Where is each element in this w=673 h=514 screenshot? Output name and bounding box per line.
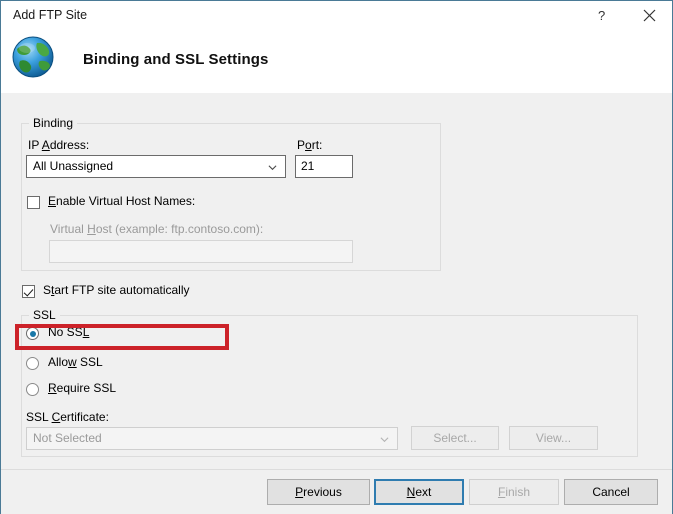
virtual-host-label: Virtual Host (example: ftp.contoso.com):	[50, 222, 264, 236]
dialog-body: Binding IP Address: All Unassigned Port:…	[1, 93, 672, 469]
ssl-group-legend: SSL	[29, 308, 60, 322]
radio-circle	[26, 383, 39, 396]
finish-button[interactable]: Finish	[469, 479, 559, 505]
title-bar: Add FTP Site ?	[1, 1, 672, 31]
add-ftp-site-dialog: Add FTP Site ? Binding and SSL Settings …	[0, 0, 673, 514]
enable-virtual-host-names-label: Enable Virtual Host Names:	[48, 194, 196, 208]
next-button-label: Next	[406, 485, 432, 499]
svg-text:?: ?	[598, 8, 605, 23]
port-input[interactable]: 21	[295, 155, 353, 178]
view-certificate-button[interactable]: View...	[509, 426, 598, 450]
virtual-host-input[interactable]	[49, 240, 353, 263]
view-button-label: View...	[535, 431, 572, 445]
start-ftp-site-automatically-label: Start FTP site automatically	[43, 283, 190, 297]
previous-button[interactable]: Previous	[267, 479, 370, 505]
page-title: Binding and SSL Settings	[83, 51, 269, 68]
select-certificate-button[interactable]: Select...	[411, 426, 499, 450]
cancel-button-label: Cancel	[592, 485, 630, 499]
ip-address-label: IP Address:	[28, 138, 90, 152]
question-mark-icon: ?	[598, 8, 605, 23]
port-value: 21	[301, 159, 315, 173]
cancel-button[interactable]: Cancel	[564, 479, 658, 505]
ip-address-value: All Unassigned	[33, 159, 114, 173]
radio-circle	[26, 327, 39, 340]
ip-address-dropdown[interactable]: All Unassigned	[26, 155, 286, 178]
help-icon[interactable]: ?	[586, 1, 620, 30]
footer-divider	[1, 469, 672, 470]
binding-group-legend: Binding	[29, 116, 78, 130]
window-title: Add FTP Site	[13, 8, 88, 22]
chevron-down-icon	[380, 437, 389, 443]
select-button-label: Select...	[433, 431, 477, 445]
close-x-icon	[643, 9, 655, 22]
port-label: Port:	[297, 138, 323, 152]
next-button[interactable]: Next	[374, 479, 464, 505]
no-ssl-label: No SSL	[48, 325, 90, 339]
checkbox-box	[22, 285, 35, 298]
globe-icon	[10, 33, 56, 79]
previous-button-label: Previous	[295, 485, 342, 499]
checkbox-box	[27, 196, 40, 209]
require-ssl-label: Require SSL	[48, 381, 117, 395]
ssl-certificate-value: Not Selected	[33, 431, 102, 445]
finish-button-label: Finish	[497, 485, 531, 499]
close-icon[interactable]	[632, 1, 666, 30]
ssl-certificate-dropdown[interactable]: Not Selected	[26, 427, 398, 450]
radio-circle	[26, 357, 39, 370]
ssl-certificate-label: SSL Certificate:	[26, 410, 109, 424]
dialog-footer: Previous Next Finish Cancel	[1, 469, 672, 514]
chevron-down-icon	[268, 165, 277, 171]
allow-ssl-label: Allow SSL	[48, 355, 103, 369]
dialog-header: Binding and SSL Settings	[1, 31, 672, 123]
